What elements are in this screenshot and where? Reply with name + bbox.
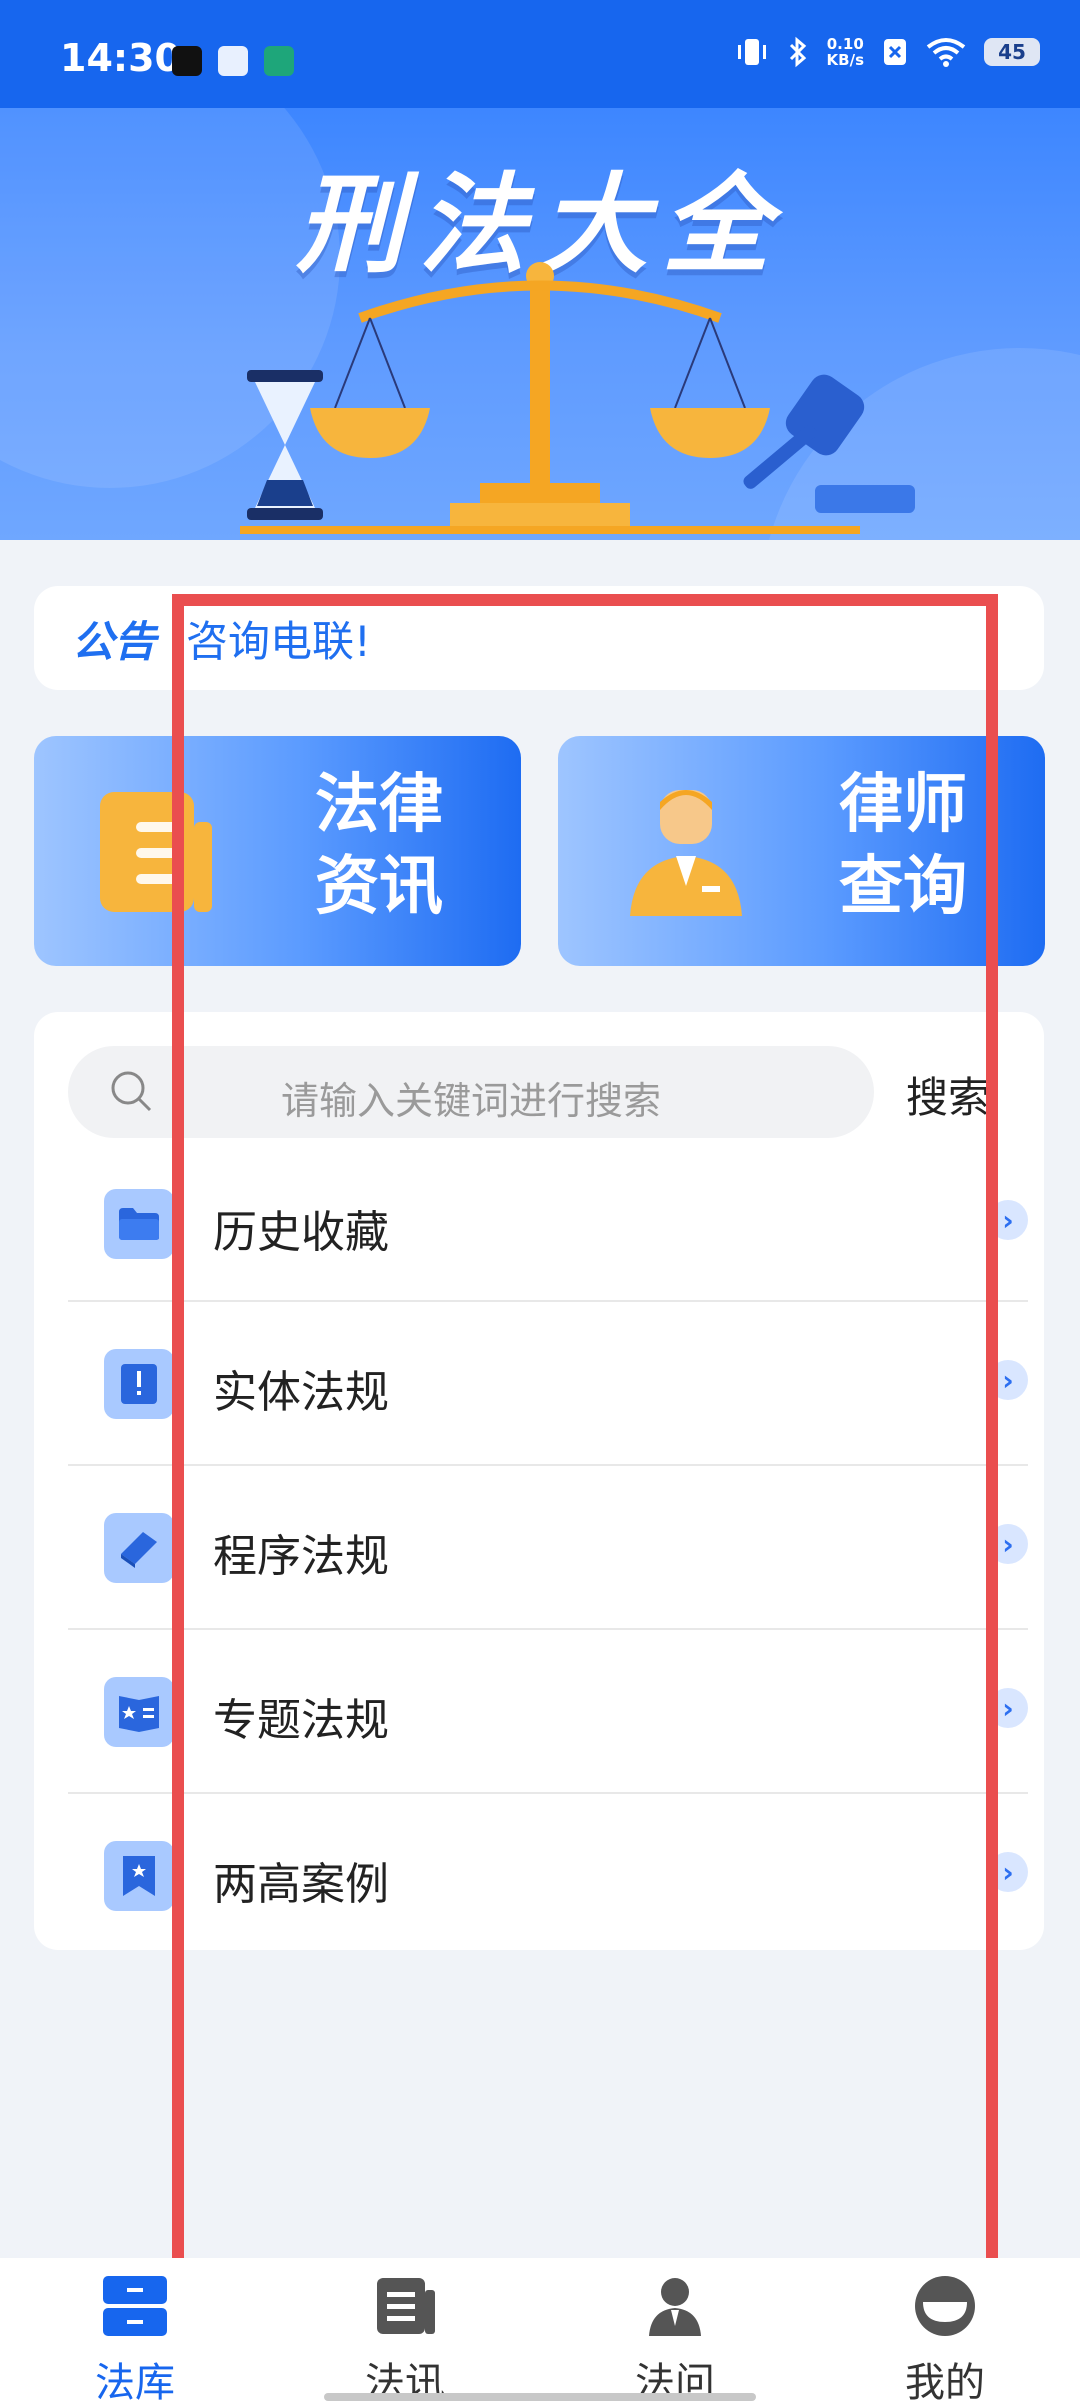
chevron-right-icon: › bbox=[988, 1200, 1028, 1240]
status-bar: 14:30 0.10 KB/s 45 bbox=[0, 0, 1080, 108]
bottom-nav: 法库 法讯 法问 我的 bbox=[0, 2258, 1080, 2408]
wifi-icon bbox=[926, 38, 966, 67]
hourglass-icon bbox=[247, 370, 323, 520]
legal-news-label: 法律资讯 bbox=[315, 768, 443, 924]
folder-icon bbox=[104, 1189, 174, 1259]
lawyer-search-label: 律师查询 bbox=[839, 768, 967, 924]
bluetooth-icon bbox=[789, 36, 806, 68]
list-item-substantive-laws[interactable]: 实体法规 › bbox=[68, 1302, 1028, 1466]
list-item-two-courts-cases[interactable]: 两高案例 › bbox=[68, 1794, 1028, 1958]
cloud-app-icon bbox=[218, 46, 248, 76]
profile-icon bbox=[915, 2276, 975, 2336]
announcement-bar[interactable]: 公告 咨询电联! bbox=[34, 586, 1044, 690]
person-icon bbox=[649, 2278, 701, 2336]
announcement-tag: 公告 bbox=[72, 616, 157, 666]
tab-law-news[interactable]: 法讯 bbox=[270, 2258, 540, 2408]
no-sim-icon bbox=[884, 39, 906, 65]
status-indicators: 0.10 KB/s 45 bbox=[735, 36, 1040, 68]
chevron-right-icon: › bbox=[988, 1852, 1028, 1892]
net-speed-value: 0.10 bbox=[826, 35, 864, 53]
list-item-label: 两高案例 bbox=[213, 1859, 389, 1910]
chevron-right-icon: › bbox=[988, 1360, 1028, 1400]
lawyer-search-card[interactable]: 律师查询 bbox=[558, 736, 1045, 966]
list-item-label: 程序法规 bbox=[213, 1531, 389, 1582]
news-icon bbox=[377, 2278, 435, 2334]
status-time: 14:30 bbox=[60, 36, 181, 80]
chevron-right-icon: › bbox=[988, 1688, 1028, 1728]
list-item-label: 专题法规 bbox=[213, 1695, 389, 1746]
bookmark-star-icon bbox=[104, 1841, 174, 1911]
announcement-text[interactable]: 咨询电联! bbox=[186, 608, 371, 669]
search-button[interactable]: 搜索 bbox=[906, 1064, 990, 1125]
vibrate-icon bbox=[737, 39, 766, 65]
tiktok-icon bbox=[172, 46, 202, 76]
net-speed: 0.10 KB/s bbox=[827, 36, 864, 68]
search-input[interactable]: 请输入关键词进行搜索 bbox=[68, 1046, 874, 1138]
search-placeholder: 请输入关键词进行搜索 bbox=[280, 1079, 661, 1123]
list-item-procedural-laws[interactable]: 程序法规 › bbox=[68, 1466, 1028, 1630]
tab-label: 法库 bbox=[95, 2360, 175, 2406]
tab-mine[interactable]: 我的 bbox=[810, 2258, 1080, 2408]
battery-indicator: 45 bbox=[984, 38, 1040, 66]
list-item-history-favorites[interactable]: 历史收藏 › bbox=[68, 1138, 1028, 1302]
law-library-panel: 请输入关键词进行搜索 搜索 历史收藏 › 实体法规 › 程序法规 › 专题法规 … bbox=[34, 1012, 1044, 1950]
list-item-label: 实体法规 bbox=[213, 1367, 389, 1418]
home-indicator[interactable] bbox=[324, 2393, 756, 2401]
hero-banner: 刑法大全 bbox=[0, 108, 1080, 540]
document-icon bbox=[100, 792, 212, 912]
legal-news-card[interactable]: 法律资讯 bbox=[34, 736, 521, 966]
list-item-label: 历史收藏 bbox=[213, 1207, 389, 1258]
tab-label: 我的 bbox=[905, 2360, 985, 2406]
lawyer-icon bbox=[630, 790, 742, 916]
book-alert-icon bbox=[104, 1349, 174, 1419]
tab-law-ask[interactable]: 法问 bbox=[540, 2258, 810, 2408]
cabinet-icon bbox=[103, 2276, 167, 2336]
gavel-icon bbox=[743, 374, 915, 513]
notebook-icon bbox=[104, 1513, 174, 1583]
list-item-topical-laws[interactable]: 专题法规 › bbox=[68, 1630, 1028, 1794]
chevron-right-icon: › bbox=[988, 1524, 1028, 1564]
game-app-icon bbox=[264, 46, 294, 76]
net-speed-unit: KB/s bbox=[826, 51, 864, 69]
tab-law-library[interactable]: 法库 bbox=[0, 2258, 270, 2408]
star-book-icon bbox=[104, 1677, 174, 1747]
